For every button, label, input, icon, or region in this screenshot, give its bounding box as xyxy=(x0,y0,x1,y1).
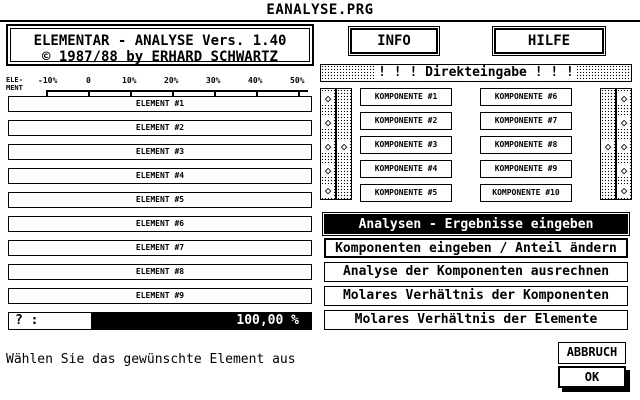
abbruch-button[interactable]: ABBRUCH xyxy=(558,342,626,364)
element-row-1[interactable]: ELEMENT #1 xyxy=(8,96,312,112)
element-row-4[interactable]: ELEMENT #4 xyxy=(8,168,312,184)
percent-scale: ELE- MENT -10% 0 10% 20% 30% 40% 50% xyxy=(6,76,312,96)
ok-button[interactable]: OK xyxy=(558,366,626,388)
tick-label: 50% xyxy=(290,76,305,85)
komponente-5-button[interactable]: KOMPONENTE #5 xyxy=(360,184,452,202)
info-button[interactable]: INFO xyxy=(348,26,440,56)
diamond-marker-icon[interactable]: ◇ xyxy=(322,185,334,197)
tick-label: 30% xyxy=(206,76,221,85)
scale-axis xyxy=(46,90,308,92)
app-header-box: ELEMENTAR - ANALYSE Vers. 1.40 © 1987/88… xyxy=(6,24,314,66)
element-row-5[interactable]: ELEMENT #5 xyxy=(8,192,312,208)
element-column-label-line2: MENT xyxy=(6,84,23,92)
tick-label: 10% xyxy=(122,76,137,85)
tick-label: 20% xyxy=(164,76,179,85)
menu-analysen-ergebnisse-eingeben[interactable]: Analysen - Ergebnisse eingeben xyxy=(322,212,630,236)
direkteingabe-label: ! ! ! Direkteingabe ! ! ! xyxy=(376,65,576,80)
komponente-1-button[interactable]: KOMPONENTE #1 xyxy=(360,88,452,106)
diamond-marker-icon[interactable]: ◇ xyxy=(322,141,334,153)
komponente-2-button[interactable]: KOMPONENTE #2 xyxy=(360,112,452,130)
element-column-label: ELE- MENT xyxy=(6,76,23,92)
diamond-marker-icon[interactable]: ◇ xyxy=(322,165,334,177)
diamond-marker-icon[interactable]: ◇ xyxy=(618,165,630,177)
element-row-2[interactable]: ELEMENT #2 xyxy=(8,120,312,136)
left-marker-column-inner: ◇ xyxy=(336,88,352,200)
status-message: Wählen Sie das gewünschte Element aus xyxy=(6,352,296,367)
komponente-8-button[interactable]: KOMPONENTE #8 xyxy=(480,136,572,154)
right-marker-column-inner: ◇ xyxy=(600,88,616,200)
window-title: EANALYSE.PRG xyxy=(266,2,374,18)
hilfe-button[interactable]: HILFE xyxy=(492,26,606,56)
input-prompt-row[interactable]: ? : 100,00 % xyxy=(8,312,312,330)
total-percent-value: 100,00 % xyxy=(91,313,311,329)
app-copyright: © 1987/88 by ERHARD SCHWARTZ xyxy=(41,49,278,65)
menu-analyse-ausrechnen[interactable]: Analyse der Komponenten ausrechnen xyxy=(324,262,628,282)
diamond-marker-icon[interactable]: ◇ xyxy=(618,117,630,129)
right-marker-column-outer: ◇ ◇ ◇ ◇ ◇ xyxy=(616,88,632,200)
komponente-9-button[interactable]: KOMPONENTE #9 xyxy=(480,160,572,178)
komponente-3-button[interactable]: KOMPONENTE #3 xyxy=(360,136,452,154)
tick-label: -10% xyxy=(38,76,58,85)
tick-label: 40% xyxy=(248,76,263,85)
komponente-7-button[interactable]: KOMPONENTE #7 xyxy=(480,112,572,130)
element-row-8[interactable]: ELEMENT #8 xyxy=(8,264,312,280)
menu-molares-verhaeltnis-komponenten[interactable]: Molares Verhältnis der Komponenten xyxy=(324,286,628,306)
komponente-4-button[interactable]: KOMPONENTE #4 xyxy=(360,160,452,178)
element-row-7[interactable]: ELEMENT #7 xyxy=(8,240,312,256)
diamond-marker-icon[interactable]: ◇ xyxy=(618,185,630,197)
komponente-10-button[interactable]: KOMPONENTE #10 xyxy=(480,184,572,202)
element-column-label-line1: ELE- xyxy=(6,76,23,84)
element-row-6[interactable]: ELEMENT #6 xyxy=(8,216,312,232)
diamond-marker-icon[interactable]: ◇ xyxy=(618,93,630,105)
title-divider xyxy=(0,20,640,22)
diamond-marker-icon[interactable]: ◇ xyxy=(618,141,630,153)
selected-marker-icon[interactable]: ◇ xyxy=(338,141,350,153)
menu-molares-verhaeltnis-elemente[interactable]: Molares Verhältnis der Elemente xyxy=(324,310,628,330)
prompt-label: ? : xyxy=(15,313,39,328)
left-marker-column-outer: ◇ ◇ ◇ ◇ ◇ xyxy=(320,88,336,200)
menu-komponenten-eingeben[interactable]: Komponenten eingeben / Anteil ändern xyxy=(324,238,628,258)
app-name-version: ELEMENTAR - ANALYSE Vers. 1.40 xyxy=(33,33,287,49)
tick-label: 0 xyxy=(86,76,91,85)
komponente-6-button[interactable]: KOMPONENTE #6 xyxy=(480,88,572,106)
selected-marker-icon[interactable]: ◇ xyxy=(602,141,614,153)
diamond-marker-icon[interactable]: ◇ xyxy=(322,93,334,105)
element-row-3[interactable]: ELEMENT #3 xyxy=(8,144,312,160)
diamond-marker-icon[interactable]: ◇ xyxy=(322,117,334,129)
direkteingabe-header[interactable]: ! ! ! Direkteingabe ! ! ! xyxy=(320,64,632,82)
element-row-9[interactable]: ELEMENT #9 xyxy=(8,288,312,304)
